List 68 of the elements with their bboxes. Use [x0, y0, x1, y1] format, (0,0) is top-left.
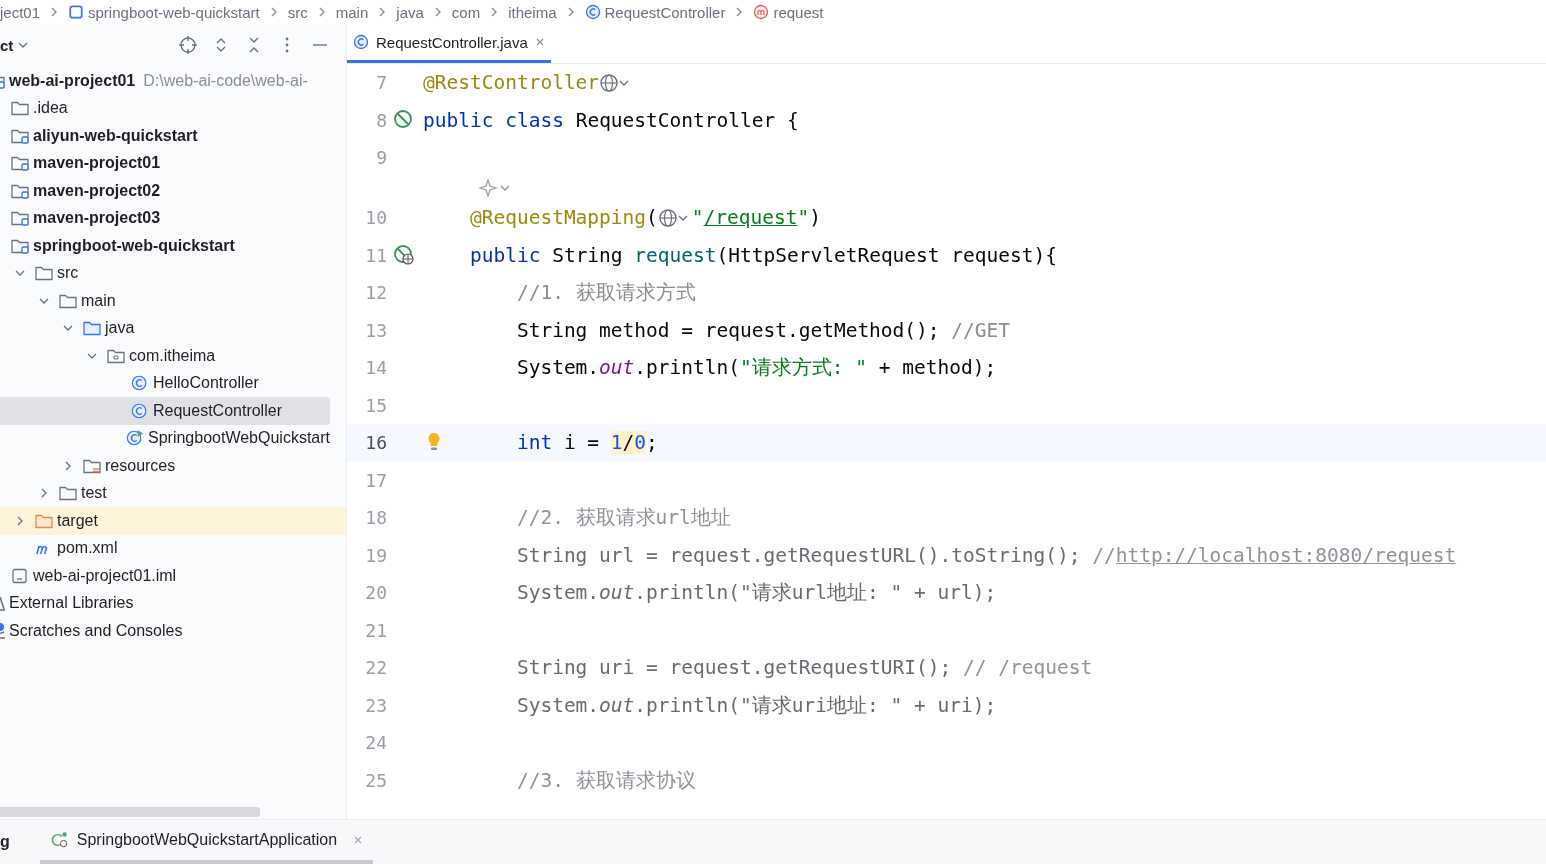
code-text: //2. 获取请求url地址	[515, 505, 731, 532]
code-text: System.out.println("请求url地址: " + url);	[515, 580, 997, 607]
line-number: 16	[364, 432, 387, 454]
tree-item[interactable]: test	[0, 479, 330, 507]
line-number: 22	[364, 657, 387, 679]
breadcrumb-item[interactable]: main	[335, 3, 369, 21]
code-text: "/request")	[691, 206, 821, 230]
tree-item[interactable]: web-ai-project01.iml	[0, 562, 330, 590]
tree-item[interactable]: Scratches and Consoles	[0, 617, 330, 645]
line-number: 19	[364, 544, 387, 566]
code-text: @RestController	[423, 71, 600, 95]
tree-item[interactable]: java	[0, 314, 330, 342]
line-number: 10	[364, 207, 387, 229]
line-number: 20	[364, 582, 387, 604]
line-number: 8	[375, 109, 387, 131]
line-number: 14	[364, 357, 387, 379]
breadcrumb-item[interactable]: java	[396, 3, 424, 21]
tree-item[interactable]: .idea	[0, 94, 330, 122]
tree-item[interactable]: main	[0, 287, 330, 315]
tree-item[interactable]: target	[0, 507, 346, 535]
code-text: String method = request.getMethod(); //GET	[515, 318, 1010, 342]
line-number: 11	[364, 244, 387, 266]
breadcrumb-item[interactable]: RequestController	[584, 3, 726, 21]
tree-item[interactable]: maven-project01	[0, 149, 330, 177]
breadcrumb-item[interactable]: springboot-web-quickstart	[68, 3, 260, 21]
tree-item[interactable]: aliyun-web-quickstart	[0, 122, 330, 150]
tree-item[interactable]: com.itheima	[0, 342, 330, 370]
tree-item[interactable]: web-ai-project01 D:\web-ai-code\web-ai-	[0, 67, 330, 95]
tree-item[interactable]: HelloController	[0, 369, 330, 397]
tree-item[interactable]: maven-project03	[0, 204, 330, 232]
line-number: 7	[375, 72, 387, 94]
panel-title[interactable]: ct	[0, 36, 14, 54]
tree-item[interactable]: RequestController	[0, 397, 330, 425]
line-number: 21	[364, 619, 387, 641]
code-text: int i = 1/0;	[515, 431, 658, 455]
breadcrumb-item[interactable]: src	[287, 3, 308, 21]
breadcrumb-item[interactable]: com	[451, 3, 481, 21]
breadcrumb-item[interactable]: itheima	[508, 3, 557, 21]
code-text: String url = request.getRequestURL().toString(); //http://localhost:8080/request	[515, 543, 1457, 567]
line-number: 25	[364, 769, 387, 791]
code-text: //1. 获取请求方式	[515, 280, 696, 307]
line-number: 24	[364, 732, 387, 754]
line-number: 12	[364, 282, 387, 304]
code-text: //3. 获取请求协议	[515, 767, 696, 794]
line-number: 13	[364, 319, 387, 341]
code-text: public String request(HttpServletRequest request){	[468, 243, 1057, 267]
tree-item[interactable]: SpringbootWebQuickstart	[0, 424, 330, 452]
line-number: 15	[364, 394, 387, 416]
line-number: 18	[364, 507, 387, 529]
tree-item[interactable]: maven-project02	[0, 177, 330, 205]
tool-window-label[interactable]: g	[0, 833, 10, 851]
tree-item[interactable]: springboot-web-quickstart	[0, 232, 330, 260]
code-text: String uri = request.getRequestURI(); // /request	[515, 656, 1093, 680]
run-tab[interactable]: SpringbootWebQuickstartApplication	[39, 820, 374, 864]
code-text: @RequestMapping(	[468, 206, 658, 230]
tree-item[interactable]: resources	[0, 452, 330, 480]
line-number: 17	[364, 469, 387, 491]
tree-item[interactable]: External Libraries	[0, 589, 330, 617]
code-text: System.out.println("请求方式: " + method);	[515, 355, 997, 382]
code-text: public class RequestController {	[423, 108, 799, 132]
code-text: System.out.println("请求uri地址: " + uri);	[515, 692, 997, 719]
line-number: 9	[375, 147, 387, 169]
breadcrumb-item[interactable]: ject01	[0, 3, 41, 21]
tree-item[interactable]: src	[0, 259, 330, 287]
breadcrumb-item[interactable]: request	[753, 3, 824, 21]
editor-tab[interactable]: RequestController.java	[347, 24, 551, 63]
line-number: 23	[364, 694, 387, 716]
tree-item[interactable]: pom.xml	[0, 534, 330, 562]
